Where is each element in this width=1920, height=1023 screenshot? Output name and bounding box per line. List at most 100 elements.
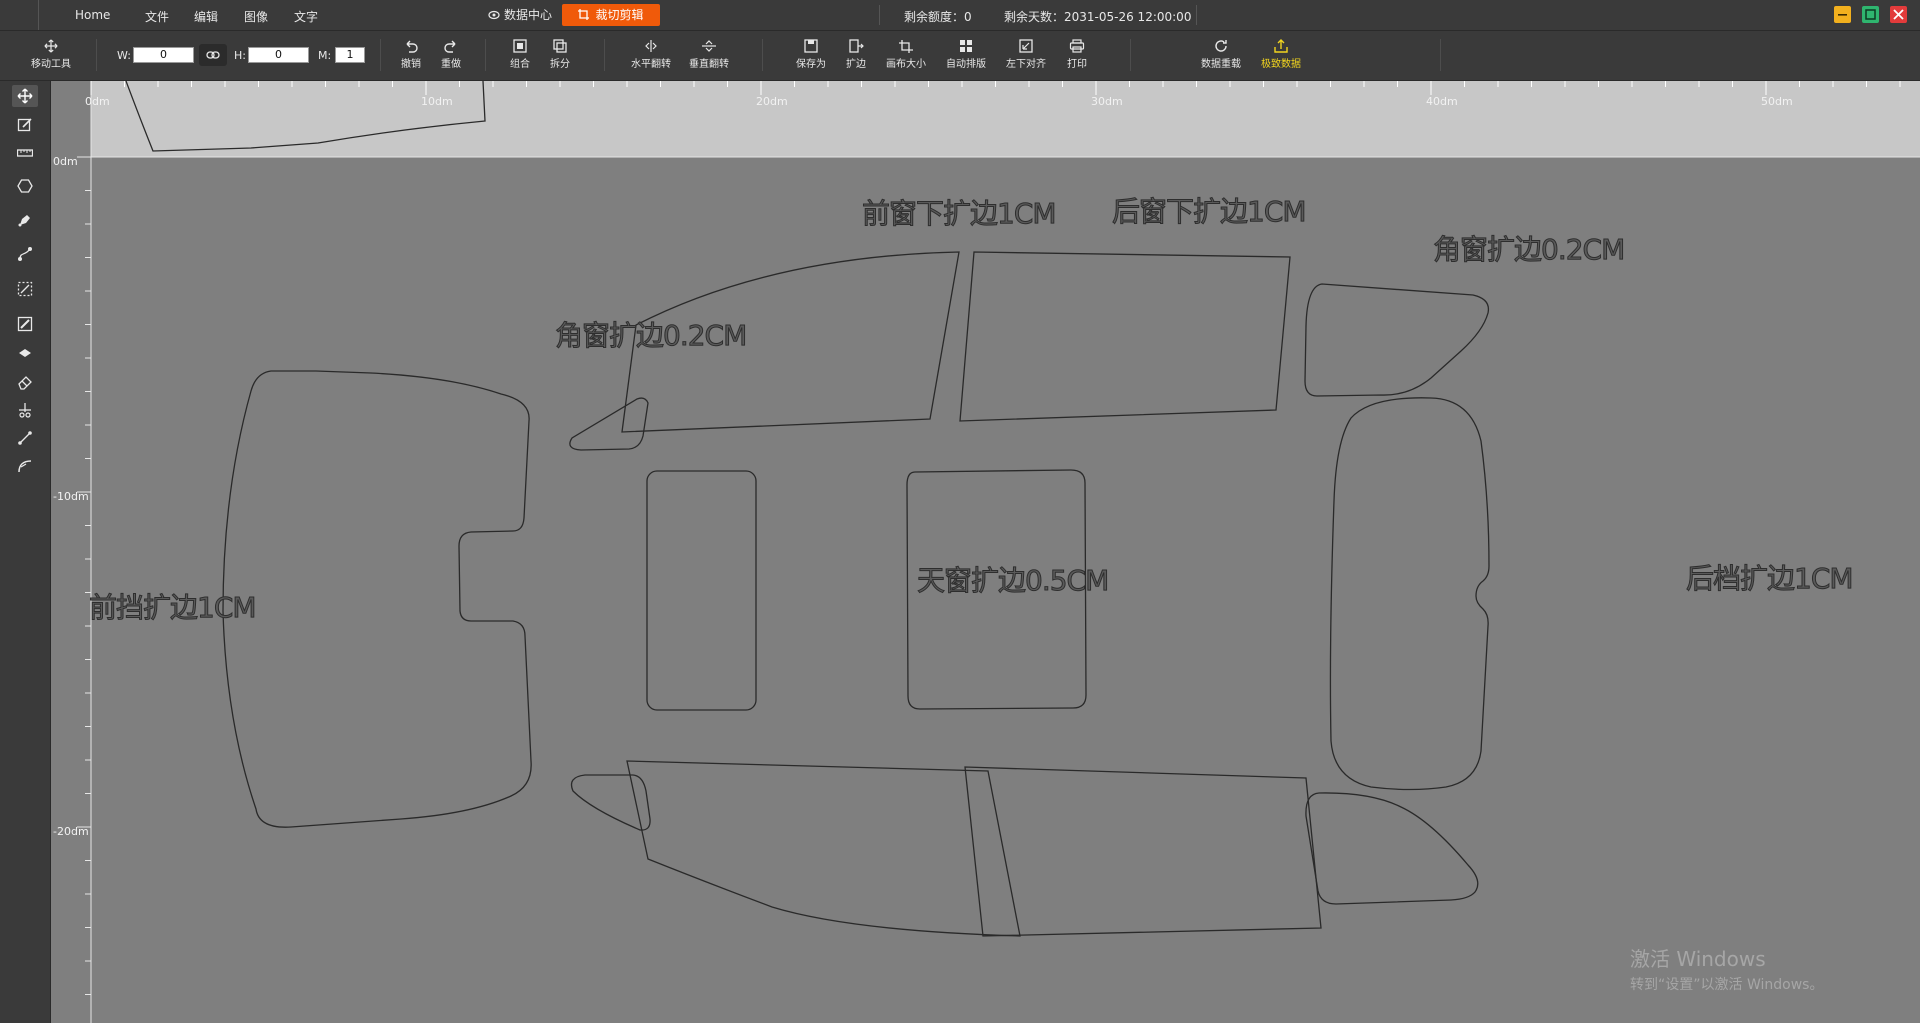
crop-icon (578, 9, 590, 20)
menu-edit[interactable]: 编辑 (194, 8, 218, 25)
flip-vertical-button[interactable]: 垂直翻转 (686, 39, 732, 70)
tool-select-area[interactable] (12, 278, 38, 300)
printer-icon (1069, 39, 1085, 53)
label-sunroof: 天窗扩边0.5CM (916, 564, 1109, 598)
windows-activation-watermark: 激活 Windows 转到“设置”以激活 Windows。 (1630, 943, 1823, 994)
piece-rear-windshield[interactable] (1329, 397, 1490, 791)
menu-bar: Home 文件 编辑 图像 文字 数据中心 裁切剪辑 剩余额度：0 剩余天数：2… (0, 0, 1920, 31)
refresh-icon (1215, 40, 1227, 52)
ruler-label-h50: 50dm (1761, 95, 1793, 108)
move-tool-label: 移动工具 (31, 59, 71, 70)
m-label: M: (318, 49, 332, 62)
days-remaining: 剩余天数：2031-05-26 12:00:00 (1004, 10, 1192, 24)
piece-front-windshield[interactable] (222, 370, 532, 828)
node-icon (18, 247, 32, 261)
close-button[interactable] (1890, 6, 1907, 23)
export-data-button[interactable]: 极致数据 (1258, 39, 1304, 70)
canvas-size-icon (899, 40, 913, 53)
move-tool-button[interactable]: 移动工具 (28, 39, 74, 70)
tool-layer[interactable] (12, 343, 38, 365)
align-label: 左下对齐 (1006, 59, 1046, 70)
piece-rear-window-bottom[interactable] (964, 766, 1322, 937)
piece-corner-small-bottom-left[interactable] (570, 774, 651, 831)
menu-home[interactable]: Home (75, 8, 110, 22)
canvas[interactable]: 0dm 10dm 20dm 30dm 40dm 50dm 0dm -10dm -… (51, 81, 1920, 1023)
piece-corner-right-bottom[interactable] (1305, 792, 1479, 905)
tab-data-center[interactable]: 数据中心 (476, 4, 564, 26)
width-input[interactable] (133, 47, 194, 63)
curve-icon (18, 460, 32, 473)
watermark-subtitle: 转到“设置”以激活 Windows。 (1630, 977, 1824, 993)
minimize-icon (1838, 14, 1847, 16)
piece-front-window-bottom[interactable] (626, 760, 1021, 937)
ruler-label-h30: 30dm (1091, 95, 1123, 108)
tab-data-center-label: 数据中心 (504, 8, 553, 22)
ruler-label-v20: -20dm (53, 825, 89, 838)
auto-layout-button[interactable]: 自动排版 (943, 39, 989, 70)
piece-corner-small-top-left[interactable] (569, 397, 649, 451)
ruler-label-v0: 0dm (53, 155, 78, 168)
maximize-button[interactable] (1862, 6, 1879, 23)
print-label: 打印 (1067, 59, 1087, 70)
undo-label: 撤销 (401, 59, 421, 70)
toolbar-separator (380, 39, 381, 71)
expand-edge-label: 扩边 (846, 59, 866, 70)
move-icon (44, 39, 58, 53)
tool-move[interactable] (12, 85, 38, 107)
tool-ruler[interactable] (12, 142, 38, 164)
undo-button[interactable]: 撤销 (398, 39, 424, 70)
expand-edge-button[interactable]: 扩边 (843, 39, 869, 70)
scissors-icon (19, 403, 31, 418)
height-input[interactable] (248, 47, 309, 63)
piece-rear-window-top[interactable] (959, 251, 1291, 422)
combine-button[interactable]: 组合 (507, 39, 533, 70)
ruler-label-h20: 20dm (756, 95, 788, 108)
print-button[interactable]: 打印 (1064, 39, 1090, 70)
piece-sunroof-left[interactable] (646, 470, 757, 711)
menu-file[interactable]: 文件 (145, 8, 169, 25)
split-button[interactable]: 拆分 (547, 39, 573, 70)
tool-edit[interactable] (12, 114, 38, 136)
flip-vertical-icon (702, 40, 716, 52)
piece-partial[interactable] (125, 81, 486, 152)
edit-icon (17, 118, 32, 132)
align-button[interactable]: 左下对齐 (1003, 39, 1049, 70)
split-icon (553, 39, 567, 53)
ruler-label-h40: 40dm (1426, 95, 1458, 108)
combine-label: 组合 (510, 59, 530, 70)
canvas-size-button[interactable]: 画布大小 (883, 39, 929, 70)
data-reload-button[interactable]: 数据重载 (1198, 39, 1244, 70)
hexagon-icon (17, 179, 33, 193)
redo-label: 重做 (441, 59, 461, 70)
toolbar-separator (1440, 39, 1441, 71)
menu-separator (1196, 5, 1197, 25)
width-label: W: (117, 49, 131, 62)
link-ratio-button[interactable] (199, 44, 227, 66)
tool-node[interactable] (12, 243, 38, 265)
data-reload-label: 数据重载 (1201, 59, 1241, 70)
tool-eraser[interactable] (12, 371, 38, 393)
tool-pen[interactable] (12, 209, 38, 231)
move-icon (17, 88, 33, 104)
tool-slice[interactable] (12, 313, 38, 335)
menu-image[interactable]: 图像 (244, 8, 268, 25)
m-input[interactable] (335, 47, 365, 63)
save-icon (804, 39, 818, 53)
select-area-icon (17, 281, 33, 297)
tool-curve[interactable] (12, 455, 38, 477)
export-data-label: 极致数据 (1261, 59, 1301, 70)
redo-button[interactable]: 重做 (438, 39, 464, 70)
label-front-window: 前窗下扩边1CM (862, 197, 1058, 231)
save-as-button[interactable]: 保存为 (795, 39, 827, 70)
piece-corner-right-top[interactable] (1304, 283, 1490, 397)
tool-cut[interactable] (12, 399, 38, 421)
minimize-button[interactable] (1834, 6, 1851, 23)
flip-horizontal-button[interactable]: 水平翻转 (628, 39, 674, 70)
tool-polygon[interactable] (12, 175, 38, 197)
flip-vertical-label: 垂直翻转 (689, 59, 729, 70)
label-rear-window: 后窗下扩边1CM (1112, 195, 1308, 229)
tool-line[interactable] (12, 427, 38, 449)
toolbar-separator (604, 39, 605, 71)
tab-cut-edit[interactable]: 裁切剪辑 (562, 4, 660, 26)
menu-text[interactable]: 文字 (294, 8, 318, 25)
